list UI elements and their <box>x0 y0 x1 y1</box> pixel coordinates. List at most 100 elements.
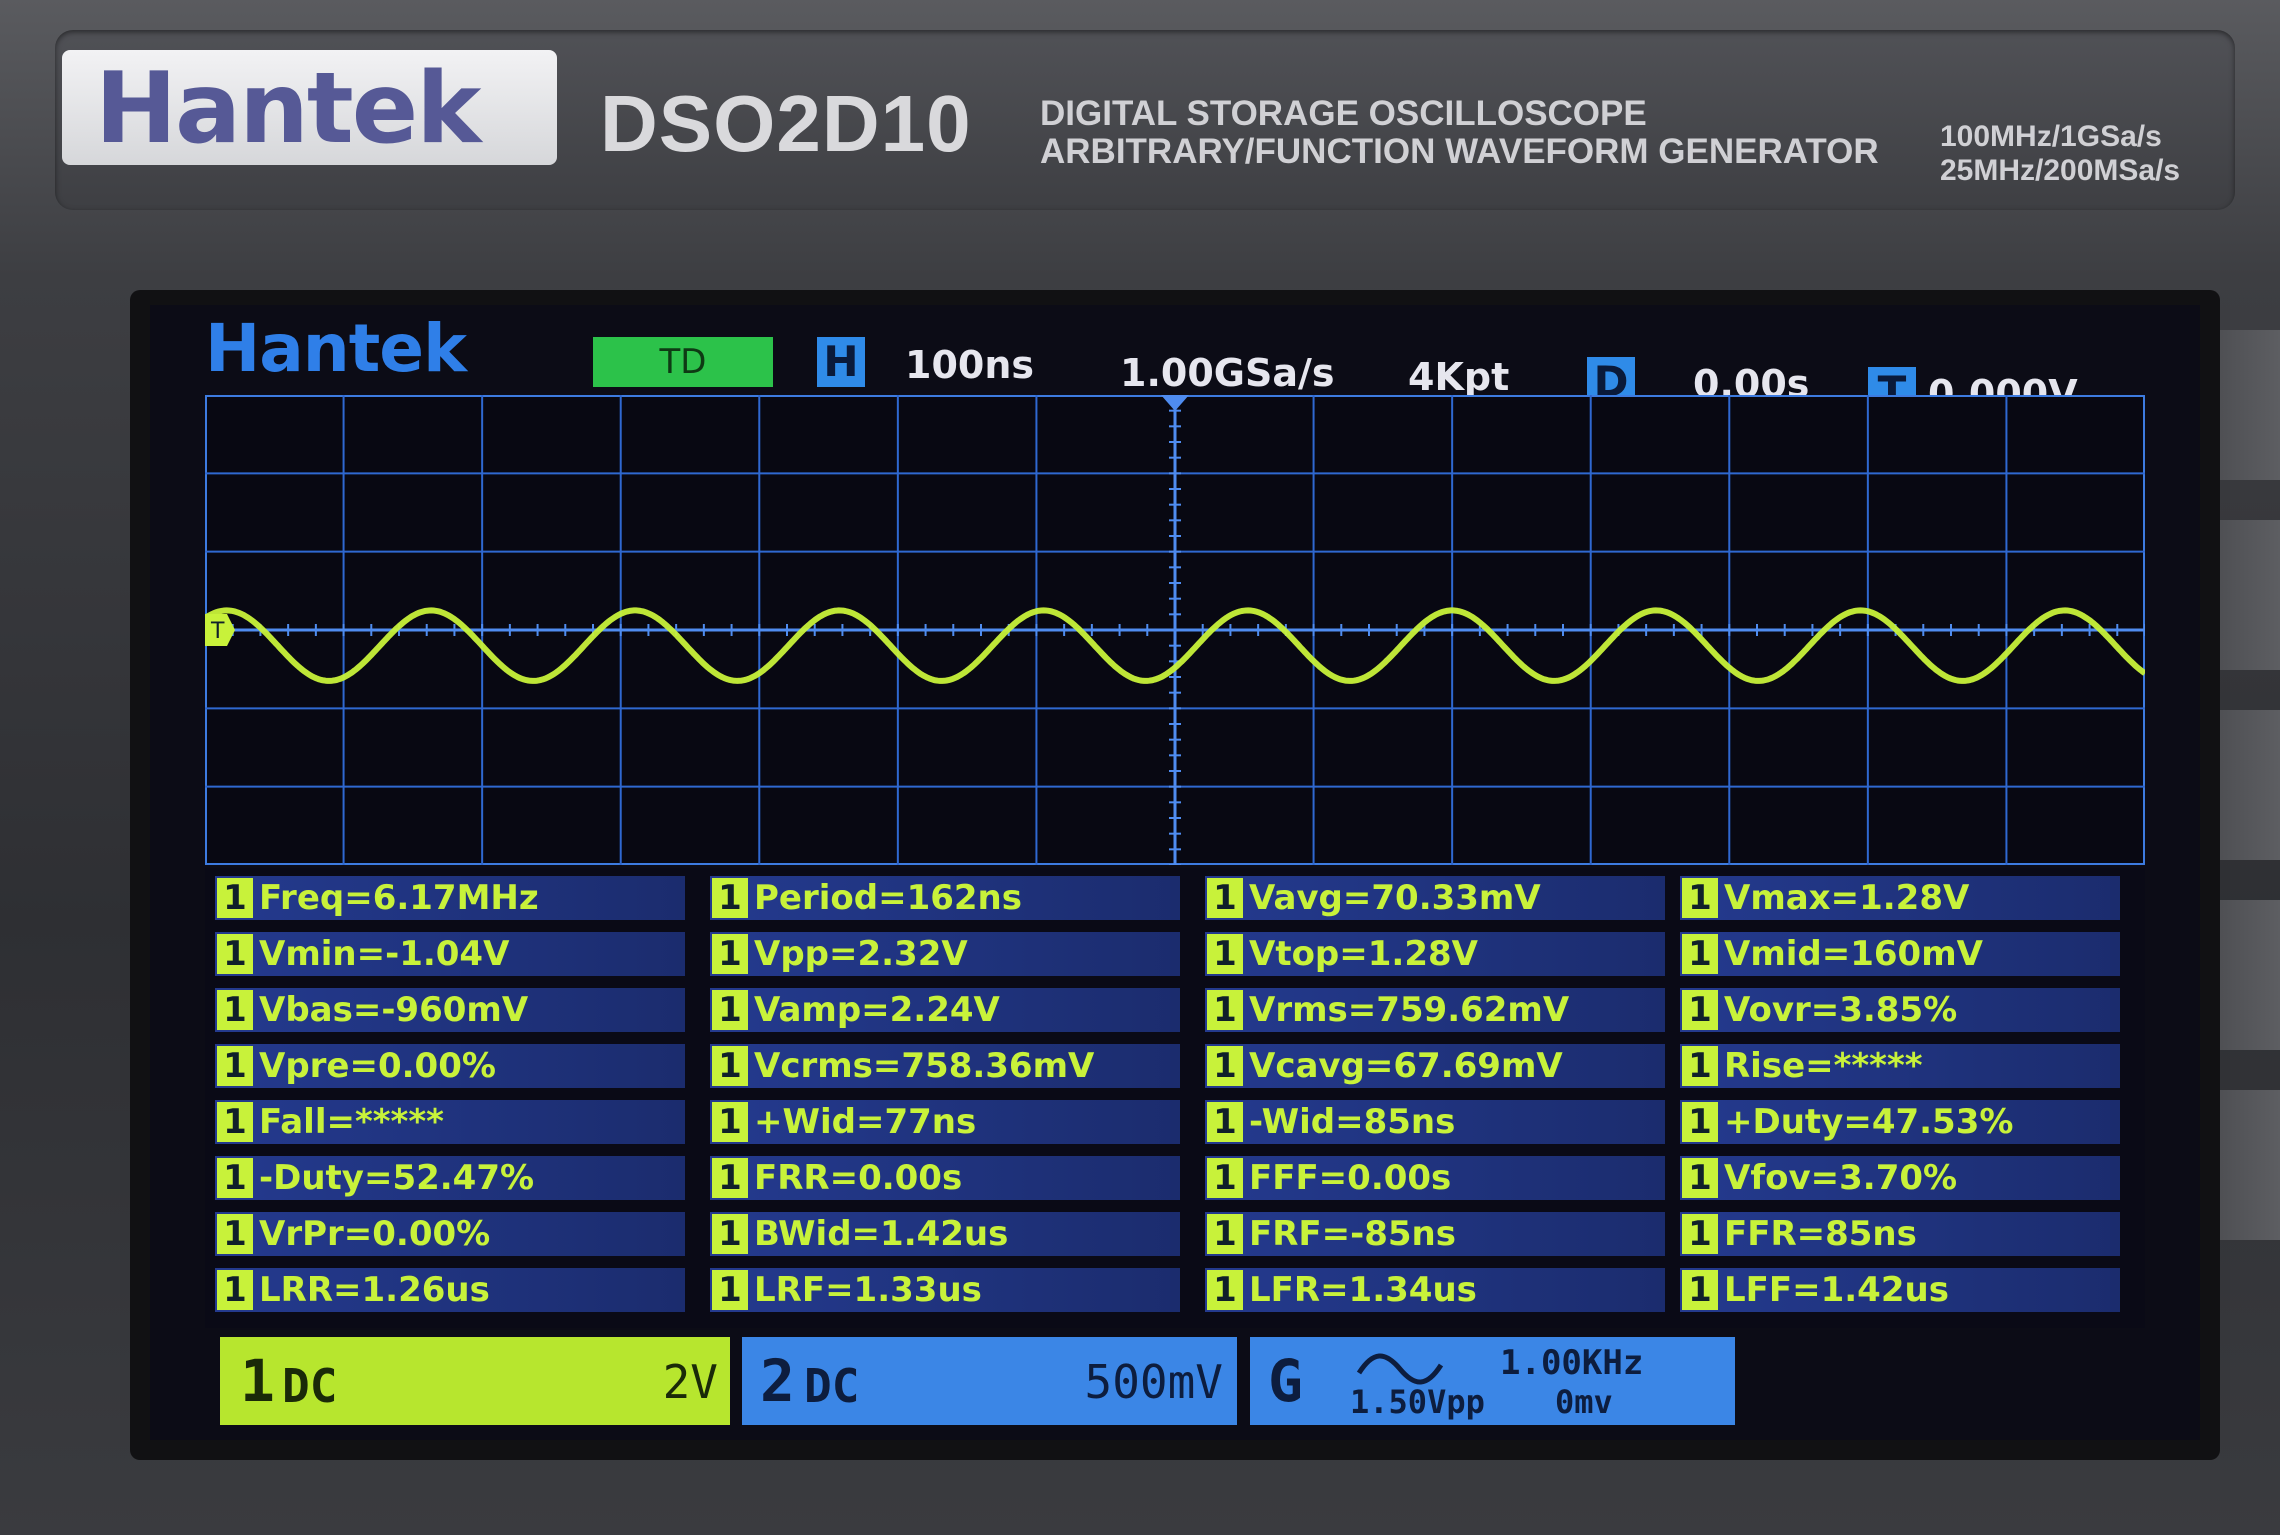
device-description: DIGITAL STORAGE OSCILLOSCOPE ARBITRARY/F… <box>1040 95 1879 171</box>
measurement-channel-badge: 1 <box>1207 990 1243 1030</box>
channel-2-coupling: DC <box>804 1359 860 1413</box>
model-name: DSO2D10 <box>600 79 972 168</box>
measurement-channel-badge: 1 <box>1207 1214 1243 1254</box>
measurement-value: -Duty=52.47% <box>259 1158 535 1198</box>
measurement-item: 1 Vtop=1.28V <box>1205 932 1665 976</box>
memory-depth: 4Kpt <box>1408 355 1510 399</box>
measurement-item: 1 LFR=1.34us <box>1205 1268 1665 1312</box>
measurement-item: 1 Period=162ns <box>710 876 1180 920</box>
channel-1-number: 1 <box>240 1347 275 1415</box>
measurement-value: Vovr=3.85% <box>1724 990 1958 1030</box>
measurement-value: Vmin=-1.04V <box>259 934 510 974</box>
measurement-channel-badge: 1 <box>712 1102 748 1142</box>
channel-1-status[interactable]: 1 DC 2V <box>220 1337 730 1425</box>
measurement-channel-badge: 1 <box>1682 1102 1718 1142</box>
measurement-channel-badge: 1 <box>1207 1046 1243 1086</box>
generator-status[interactable]: G 1.00KHz 1.50Vpp 0mv <box>1250 1337 1735 1425</box>
measurement-item: 1 Vmax=1.28V <box>1680 876 2120 920</box>
channel-2-status[interactable]: 2 DC 500mV <box>742 1337 1237 1425</box>
generator-label: G <box>1268 1347 1303 1415</box>
measurement-item: 1 Vpp=2.32V <box>710 932 1180 976</box>
waveform-svg: T <box>203 394 2147 866</box>
measurement-channel-badge: 1 <box>712 1158 748 1198</box>
measurement-item: 1 FFF=0.00s <box>1205 1156 1665 1200</box>
sample-rate: 1.00GSa/s <box>1120 351 1335 395</box>
measurement-channel-badge: 1 <box>1682 878 1718 918</box>
measurement-channel-badge: 1 <box>1682 1270 1718 1310</box>
timebase-tag: H <box>817 337 865 387</box>
measurement-value: -Wid=85ns <box>1249 1102 1456 1142</box>
measurement-channel-badge: 1 <box>712 1046 748 1086</box>
measurement-value: Fall=***** <box>259 1102 444 1142</box>
description-line-1: DIGITAL STORAGE OSCILLOSCOPE <box>1040 94 1647 133</box>
timebase-value: 100ns <box>905 343 1034 387</box>
measurement-channel-badge: 1 <box>217 1046 253 1086</box>
measurement-item: 1 -Duty=52.47% <box>215 1156 685 1200</box>
measurement-item: 1 Vbas=-960mV <box>215 988 685 1032</box>
measurement-channel-badge: 1 <box>1207 1102 1243 1142</box>
measurement-channel-badge: 1 <box>217 990 253 1030</box>
measurement-channel-badge: 1 <box>1682 1046 1718 1086</box>
measurement-item: 1 -Wid=85ns <box>1205 1100 1665 1144</box>
measurement-value: Period=162ns <box>754 878 1022 918</box>
measurement-item: 1 Freq=6.17MHz <box>215 876 685 920</box>
measurement-channel-badge: 1 <box>217 1102 253 1142</box>
measurement-item: 1 LRR=1.26us <box>215 1268 685 1312</box>
measurement-channel-badge: 1 <box>1682 990 1718 1030</box>
measurement-value: +Wid=77ns <box>754 1102 977 1142</box>
measurement-item: 1 Vcavg=67.69mV <box>1205 1044 1665 1088</box>
measurement-channel-badge: 1 <box>1682 1158 1718 1198</box>
measurement-channel-badge: 1 <box>1207 1270 1243 1310</box>
measurement-value: Vavg=70.33mV <box>1249 878 1541 918</box>
measurement-value: Freq=6.17MHz <box>259 878 539 918</box>
spec-line-1: 100MHz/1GSa/s <box>1940 120 2162 153</box>
measurement-item: 1 Vmid=160mV <box>1680 932 2120 976</box>
generator-frequency: 1.00KHz <box>1500 1343 1644 1383</box>
trigger-position-marker <box>1161 395 1189 411</box>
screen-logo: Hantek <box>205 310 467 387</box>
measurement-channel-badge: 1 <box>1682 934 1718 974</box>
measurement-channel-badge: 1 <box>217 1158 253 1198</box>
device-spec: 100MHz/1GSa/s 25MHz/200MSa/s <box>1940 120 2180 188</box>
waveform-display[interactable]: T <box>203 394 2147 866</box>
measurement-value: FFF=0.00s <box>1249 1158 1452 1198</box>
measurement-item: 1 FRR=0.00s <box>710 1156 1180 1200</box>
measurement-item: 1 Vpre=0.00% <box>215 1044 685 1088</box>
measurement-value: BWid=1.42us <box>754 1214 1009 1254</box>
measurement-item: 1 FRF=-85ns <box>1205 1212 1665 1256</box>
measurement-value: Vpp=2.32V <box>754 934 968 974</box>
measurement-item: 1 Vcrms=758.36mV <box>710 1044 1180 1088</box>
measurement-channel-badge: 1 <box>1682 1214 1718 1254</box>
measurement-panel: 1 Freq=6.17MHz 1 Period=162ns 1 Vavg=70.33mV 1… <box>205 868 2145 1328</box>
measurement-item: 1 Fall=***** <box>215 1100 685 1144</box>
generator-offset: 0mv <box>1555 1383 1613 1421</box>
measurement-item: 1 VrPr=0.00% <box>215 1212 685 1256</box>
measurement-value: Rise=***** <box>1724 1046 1923 1086</box>
measurement-value: LFF=1.42us <box>1724 1270 1949 1310</box>
measurement-value: Vmid=160mV <box>1724 934 1983 974</box>
spec-line-2: 25MHz/200MSa/s <box>1940 154 2181 187</box>
measurement-channel-badge: 1 <box>712 878 748 918</box>
measurement-channel-badge: 1 <box>217 1214 253 1254</box>
measurement-channel-badge: 1 <box>712 1270 748 1310</box>
trigger-level-marker-label: T <box>210 619 225 644</box>
measurement-value: Vfov=3.70% <box>1724 1158 1958 1198</box>
measurement-item: 1 Vovr=3.85% <box>1680 988 2120 1032</box>
measurement-channel-badge: 1 <box>1207 934 1243 974</box>
channel-1-scale: 2V <box>662 1355 718 1409</box>
measurement-channel-badge: 1 <box>712 1214 748 1254</box>
measurement-value: Vpre=0.00% <box>259 1046 496 1086</box>
measurement-value: LFR=1.34us <box>1249 1270 1477 1310</box>
measurement-item: 1 Rise=***** <box>1680 1044 2120 1088</box>
measurement-value: Vrms=759.62mV <box>1249 990 1570 1030</box>
measurement-item: 1 BWid=1.42us <box>710 1212 1180 1256</box>
measurement-value: Vcavg=67.69mV <box>1249 1046 1563 1086</box>
measurement-item: 1 LFF=1.42us <box>1680 1268 2120 1312</box>
measurement-value: Vmax=1.28V <box>1724 878 1970 918</box>
measurement-channel-badge: 1 <box>1207 878 1243 918</box>
measurement-channel-badge: 1 <box>217 934 253 974</box>
measurement-channel-badge: 1 <box>217 878 253 918</box>
measurement-channel-badge: 1 <box>1207 1158 1243 1198</box>
measurement-channel-badge: 1 <box>712 934 748 974</box>
measurement-item: 1 Vmin=-1.04V <box>215 932 685 976</box>
